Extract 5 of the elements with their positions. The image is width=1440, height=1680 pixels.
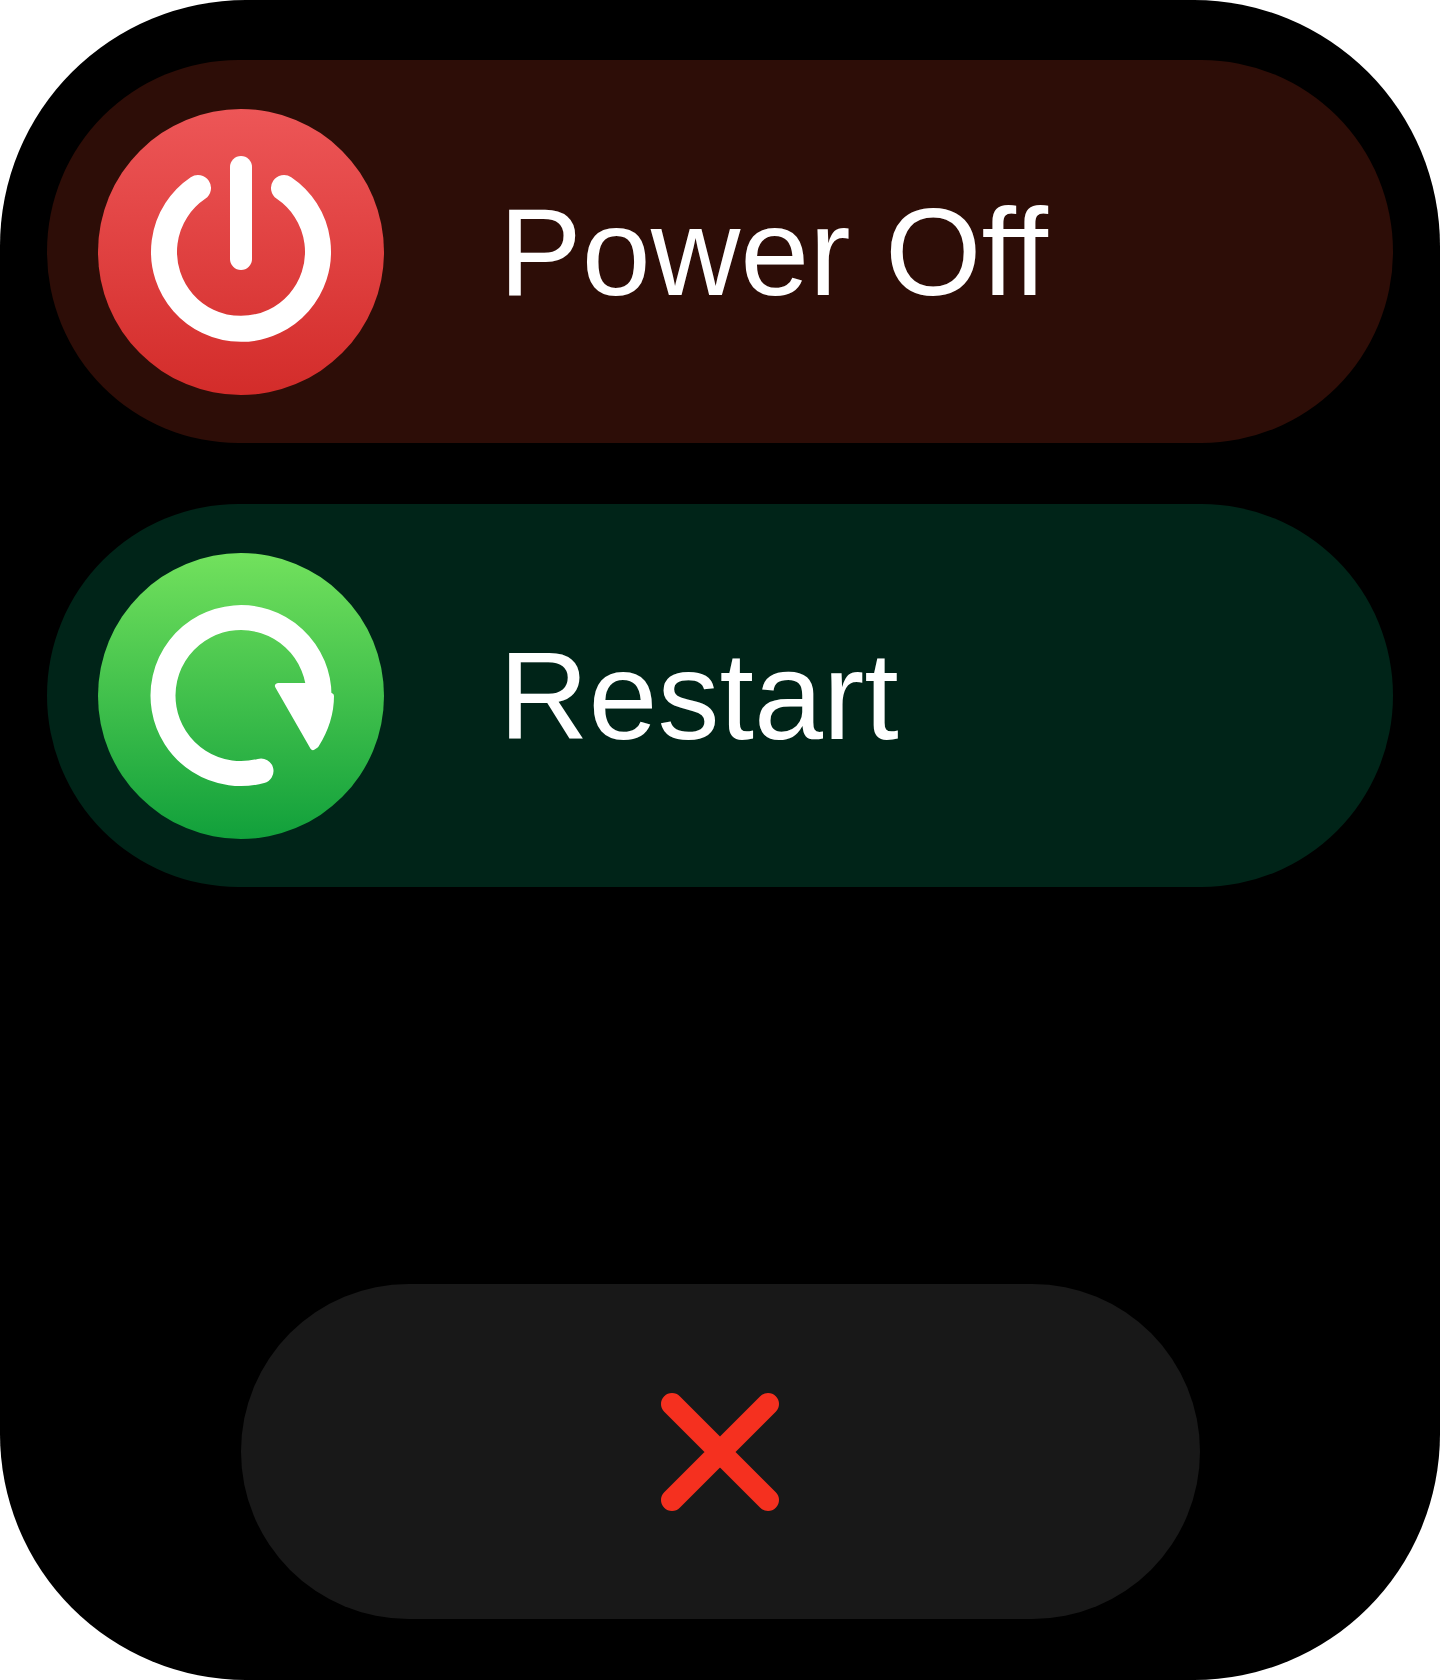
close-icon [661, 1392, 779, 1511]
restart-button[interactable]: Restart [47, 504, 1393, 887]
power-off-button[interactable]: Power Off [47, 60, 1393, 443]
restart-icon [98, 552, 384, 839]
power-icon [98, 108, 384, 395]
